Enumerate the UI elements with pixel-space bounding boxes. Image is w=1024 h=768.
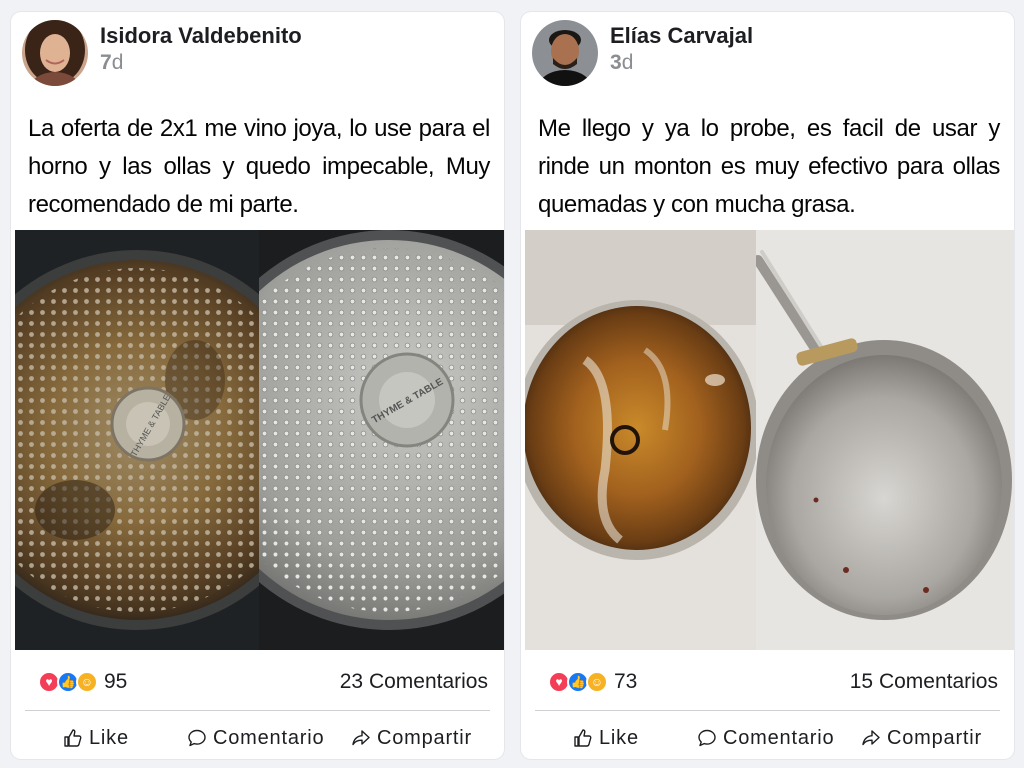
- like-button[interactable]: Like: [573, 727, 697, 750]
- share-arrow-icon: [352, 730, 370, 746]
- thumbs-up-icon: [574, 729, 592, 747]
- post-card: Elías Carvajal 3d Me llego y ya lo probe…: [521, 12, 1014, 759]
- share-label: Compartir: [377, 726, 472, 749]
- post-actions: Like Comentario Compartir: [573, 722, 1000, 754]
- like-label: Like: [599, 726, 639, 749]
- avatar[interactable]: [22, 20, 88, 86]
- post-time[interactable]: 3d: [610, 49, 753, 77]
- post-text: Me llego y ya lo probe, es facil de usar…: [538, 115, 1000, 218]
- reactions-summary[interactable]: ♥ 👍 ☺ 73: [548, 670, 637, 694]
- reaction-count: 73: [614, 670, 638, 693]
- share-button[interactable]: Compartir: [861, 727, 982, 750]
- comment-bubble-icon: [698, 729, 716, 747]
- divider: [25, 710, 490, 711]
- clean-pan-photo: THYME & TABLE: [259, 230, 504, 650]
- care-reaction-icon: ☺: [586, 671, 608, 693]
- post-photo[interactable]: [525, 230, 1014, 650]
- post-text: La oferta de 2x1 me vino joya, lo use pa…: [28, 115, 490, 218]
- like-label: Like: [89, 726, 129, 749]
- comments-count[interactable]: 15 Comentarios: [850, 670, 998, 694]
- post-time[interactable]: 7d: [100, 49, 302, 77]
- comment-button[interactable]: Comentario: [697, 727, 861, 750]
- post-actions: Like Comentario Compartir: [63, 722, 490, 754]
- share-arrow-icon: [862, 730, 880, 746]
- post-stats: ♥ 👍 ☺ 95 23 Comentarios: [38, 666, 488, 698]
- comment-label: Comentario: [213, 726, 325, 749]
- author-name[interactable]: Elías Carvajal: [610, 23, 753, 49]
- author-name[interactable]: Isidora Valdebenito: [100, 23, 302, 49]
- post-photo[interactable]: THYME & TABLE THYME & TABLE: [15, 230, 504, 650]
- divider: [535, 710, 1000, 711]
- reaction-count: 95: [104, 670, 128, 693]
- avatar[interactable]: [532, 20, 598, 86]
- burnt-pot-photo: [525, 230, 756, 650]
- post-header: Isidora Valdebenito 7d: [22, 20, 302, 86]
- comment-label: Comentario: [723, 726, 835, 749]
- like-button[interactable]: Like: [63, 727, 187, 750]
- share-label: Compartir: [887, 726, 982, 749]
- post-stats: ♥ 👍 ☺ 73 15 Comentarios: [548, 666, 998, 698]
- dirty-pan-photo: THYME & TABLE: [15, 230, 259, 650]
- comment-button[interactable]: Comentario: [187, 727, 351, 750]
- comments-count[interactable]: 23 Comentarios: [340, 670, 488, 694]
- post-header: Elías Carvajal 3d: [532, 20, 753, 86]
- thumbs-up-icon: [64, 729, 82, 747]
- comment-bubble-icon: [188, 729, 206, 747]
- reactions-summary[interactable]: ♥ 👍 ☺ 95: [38, 670, 127, 694]
- clean-steel-pan-photo: [756, 230, 1014, 650]
- post-card: Isidora Valdebenito 7d La oferta de 2x1 …: [11, 12, 504, 759]
- care-reaction-icon: ☺: [76, 671, 98, 693]
- share-button[interactable]: Compartir: [351, 727, 472, 750]
